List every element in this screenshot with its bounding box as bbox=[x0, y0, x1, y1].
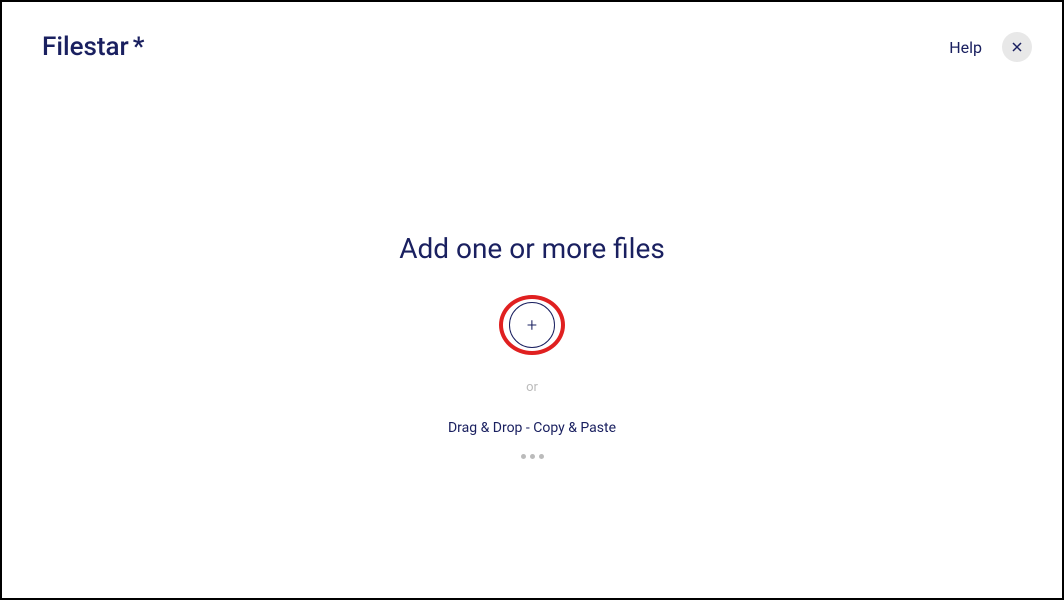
drag-drop-hint: Drag & Drop - Copy & Paste bbox=[448, 420, 616, 436]
or-divider-text: or bbox=[526, 380, 538, 395]
main-title: Add one or more files bbox=[399, 232, 665, 265]
dot bbox=[521, 454, 526, 459]
help-link[interactable]: Help bbox=[949, 38, 982, 57]
more-dots-icon[interactable] bbox=[521, 454, 544, 459]
header-right: Help bbox=[949, 32, 1032, 62]
close-icon bbox=[1012, 42, 1022, 52]
logo-text: Filestar bbox=[42, 32, 129, 62]
plus-icon: + bbox=[527, 315, 537, 336]
dot bbox=[539, 454, 544, 459]
header: Filestar* Help bbox=[2, 2, 1062, 62]
add-file-wrapper: + bbox=[497, 290, 567, 360]
app-logo: Filestar* bbox=[42, 32, 144, 62]
main-content: Add one or more files + or Drag & Drop -… bbox=[2, 232, 1062, 459]
dot bbox=[530, 454, 535, 459]
logo-star-icon: * bbox=[133, 32, 145, 62]
close-button[interactable] bbox=[1002, 32, 1032, 62]
add-file-button[interactable]: + bbox=[509, 302, 555, 348]
